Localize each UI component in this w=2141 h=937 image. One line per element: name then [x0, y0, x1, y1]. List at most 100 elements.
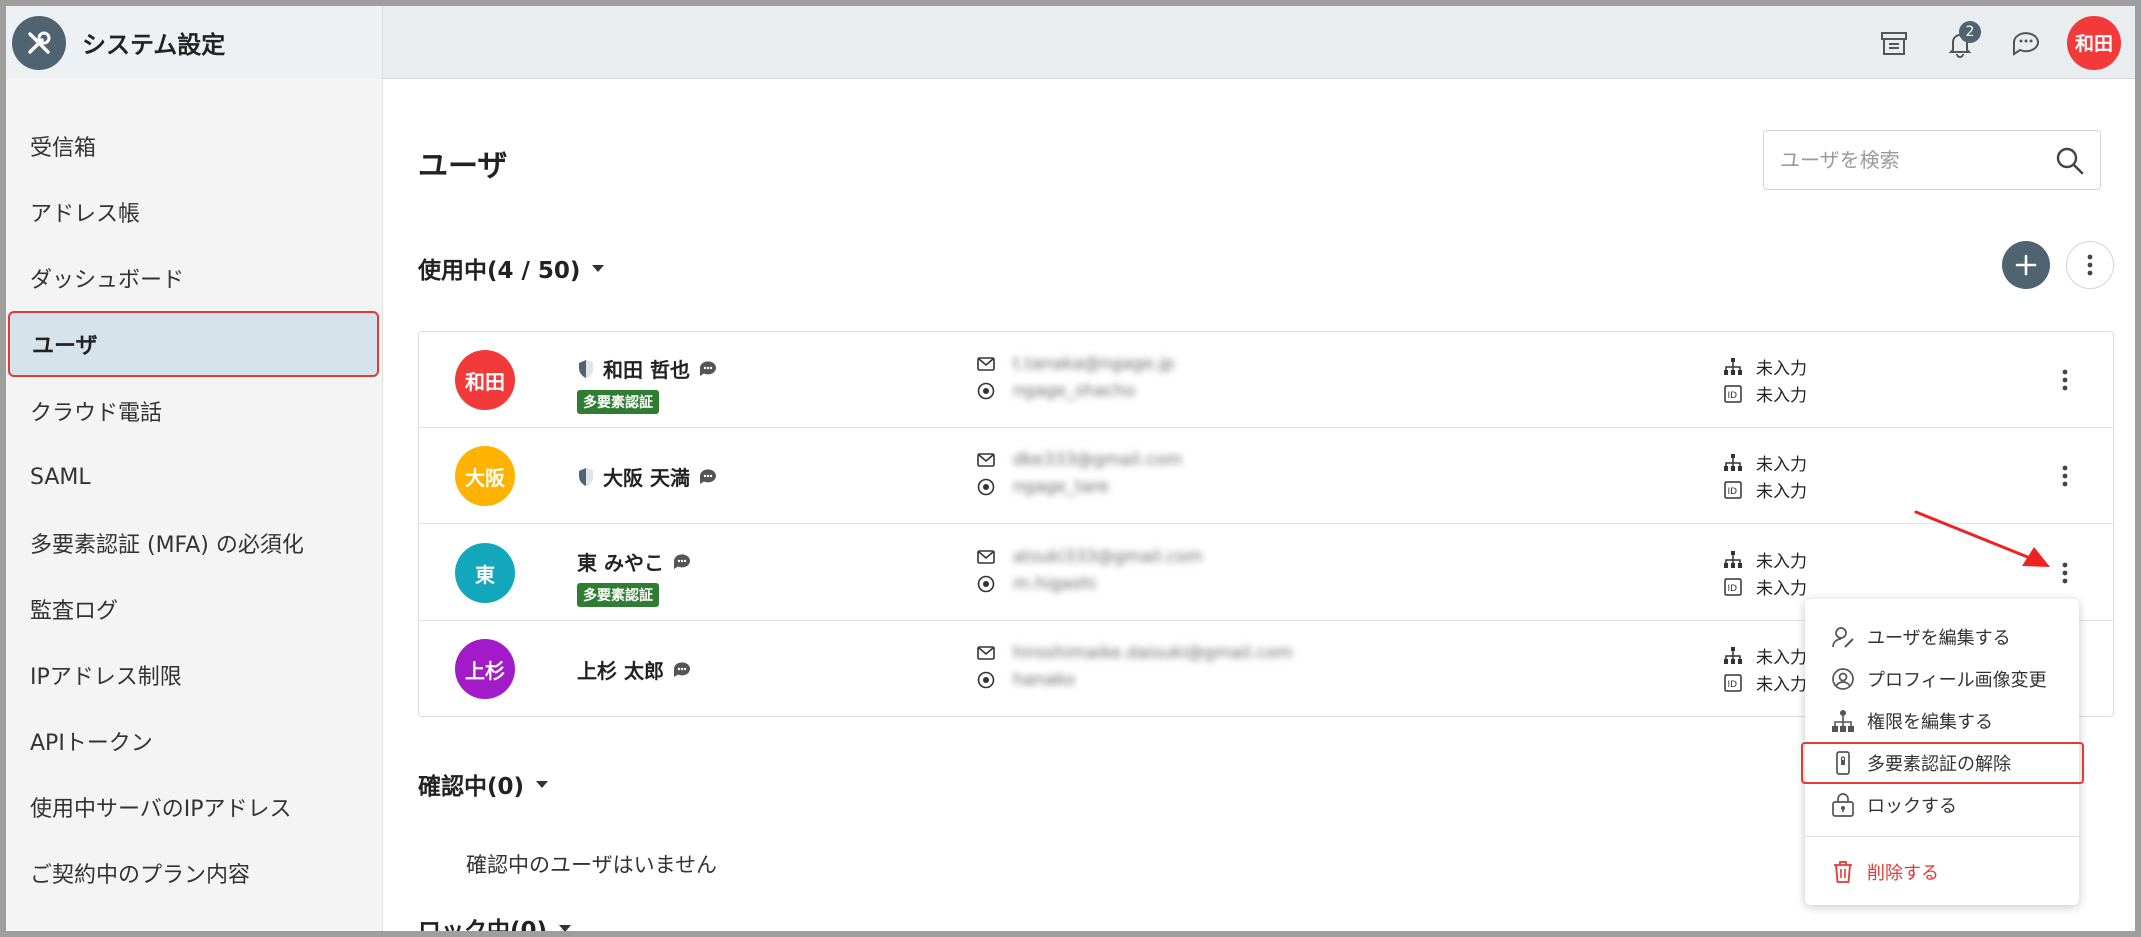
section-locked-toggle[interactable]: ロック中(0) [418, 911, 572, 931]
menu-edit-permissions[interactable]: 権限を編集する [1805, 700, 2079, 742]
email-line: t.tanaka@ngage.jp [977, 354, 1174, 374]
caret-down-icon [536, 780, 549, 788]
notification-badge: 2 [1959, 20, 1981, 43]
email-line: atsuki333@gmail.com [977, 547, 1203, 567]
email-text: dke333@gmail.com [1013, 450, 1182, 470]
sidebar-item-cloud-phone[interactable]: クラウド電話 [6, 378, 377, 444]
row-more-button[interactable] [2047, 362, 2083, 398]
sidebar-item-api-token[interactable]: APIトークン [6, 708, 377, 774]
archive-icon[interactable] [1861, 13, 1927, 73]
section-pending-toggle[interactable]: 確認中(0) [418, 767, 549, 801]
user-avatar[interactable]: 和田 [2067, 15, 2121, 70]
mail-icon [977, 357, 995, 371]
trash-icon [1834, 861, 1852, 883]
tools-icon[interactable] [12, 15, 66, 70]
user-name-text: 上杉 太郎 [577, 659, 664, 683]
chat-bubble-icon [699, 360, 716, 376]
menu-disable-mfa-label: 多要素認証の解除 [1867, 754, 2011, 775]
menu-disable-mfa[interactable]: 多要素認証の解除 [1801, 742, 2084, 784]
menu-divider [1805, 836, 2079, 837]
pending-empty-text: 確認中のユーザはいません [466, 853, 717, 877]
menu-edit-permissions-label: 権限を編集する [1867, 712, 1993, 733]
section-active-toggle[interactable]: 使用中(4 / 50) [418, 251, 605, 285]
account-text: hanako [1013, 670, 1076, 690]
id-text: 未入力 [1756, 579, 1807, 599]
id-line: ID 未入力 [1724, 381, 1807, 406]
email-text: atsuki333@gmail.com [1013, 547, 1203, 567]
more-vertical-icon [2062, 465, 2068, 487]
at-icon [977, 671, 995, 689]
mfa-device-icon [1836, 751, 1850, 775]
table-row[interactable]: 大阪 大阪 天満 dke333@gmail.com ngage_tare 未入力 [419, 428, 2113, 524]
org-line: 未入力 [1724, 643, 1807, 668]
sidebar-item-inbox[interactable]: 受信箱 [6, 113, 377, 179]
search-input[interactable] [1764, 148, 2044, 172]
at-icon [977, 478, 995, 496]
id-card-icon: ID [1724, 577, 1742, 596]
id-text: 未入力 [1756, 675, 1807, 695]
search-box [1763, 130, 2101, 190]
id-text: 未入力 [1756, 482, 1807, 502]
menu-lock-user[interactable]: ロックする [1805, 784, 2079, 826]
row-more-button[interactable] [2047, 458, 2083, 494]
account-text: m.higashi [1013, 574, 1097, 594]
section-more-button[interactable] [2066, 241, 2114, 289]
org-line: 未入力 [1724, 450, 1807, 475]
email-line: hiroshimaike.daisuki@gmail.com [977, 643, 1293, 663]
org-text: 未入力 [1756, 359, 1807, 379]
caret-down-icon [559, 924, 572, 931]
id-card-icon: ID [1724, 480, 1742, 499]
sidebar-item-users[interactable]: ユーザ [8, 311, 379, 377]
menu-change-profile-image[interactable]: プロフィール画像変更 [1805, 658, 2079, 700]
chat-bubble-icon [673, 661, 690, 677]
lock-icon [1832, 793, 1854, 817]
shield-icon [579, 359, 593, 378]
sidebar-item-address-book[interactable]: アドレス帳 [6, 179, 377, 245]
user-name-text: 東 みやこ [577, 551, 664, 575]
user-name: 上杉 太郎 [577, 655, 692, 684]
org-line: 未入力 [1724, 354, 1807, 379]
id-card-icon: ID [1724, 673, 1742, 692]
row-context-menu: ユーザを編集する プロフィール画像変更 権限を編集する 多要素認証の解除 ロック… [1801, 599, 2084, 905]
menu-lock-user-label: ロックする [1867, 796, 1957, 817]
svg-text:ID: ID [1728, 584, 1738, 594]
profile-image-icon [1832, 668, 1854, 690]
menu-edit-user[interactable]: ユーザを編集する [1805, 616, 2079, 658]
row-more-button[interactable] [2047, 555, 2083, 591]
org-text: 未入力 [1756, 552, 1807, 572]
more-vertical-icon [2087, 254, 2093, 276]
notification-bell-icon[interactable]: 2 [1927, 13, 1993, 73]
search-icon[interactable] [2054, 145, 2086, 177]
org-chart-icon [1724, 647, 1742, 664]
chat-icon[interactable] [1993, 13, 2059, 73]
mfa-badge: 多要素認証 [577, 583, 659, 607]
menu-delete-user[interactable]: 削除する [1805, 851, 2079, 893]
org-text: 未入力 [1756, 455, 1807, 475]
user-name-text: 大阪 天満 [603, 466, 690, 490]
sidebar-item-server-ip[interactable]: 使用中サーバのIPアドレス [6, 774, 377, 840]
sidebar-item-ip-restriction[interactable]: IPアドレス制限 [6, 642, 377, 708]
section-locked-label: ロック中(0) [418, 918, 548, 931]
user-edit-icon [1832, 627, 1854, 648]
avatar: 上杉 [455, 639, 515, 699]
table-row[interactable]: 和田 和田 哲也 多要素認証 t.tanaka@ngage.jp ngage_s… [419, 332, 2113, 428]
svg-text:ID: ID [1728, 487, 1738, 497]
org-chart-icon [1724, 358, 1742, 375]
sidebar-item-audit-log[interactable]: 監査ログ [6, 576, 377, 642]
brand: システム設定 [6, 6, 383, 79]
sidebar-item-plan[interactable]: ご契約中のプラン内容 [6, 840, 377, 906]
sidebar-item-dashboard[interactable]: ダッシュボード [6, 245, 377, 311]
shield-icon [579, 467, 593, 486]
svg-text:ID: ID [1728, 391, 1738, 401]
menu-delete-user-label: 削除する [1867, 863, 1939, 884]
page-title: ユーザ [418, 149, 508, 184]
menu-edit-user-label: ユーザを編集する [1867, 628, 2011, 649]
sidebar-item-mfa-required[interactable]: 多要素認証 (MFA) の必須化 [6, 510, 377, 576]
mfa-badge: 多要素認証 [577, 390, 659, 414]
org-chart-icon [1724, 551, 1742, 568]
email-text: t.tanaka@ngage.jp [1013, 354, 1175, 374]
app-title: システム設定 [82, 31, 226, 59]
add-user-button[interactable] [2002, 241, 2050, 289]
email-text: hiroshimaike.daisuki@gmail.com [1013, 643, 1293, 663]
sidebar-item-saml[interactable]: SAML [6, 444, 377, 510]
